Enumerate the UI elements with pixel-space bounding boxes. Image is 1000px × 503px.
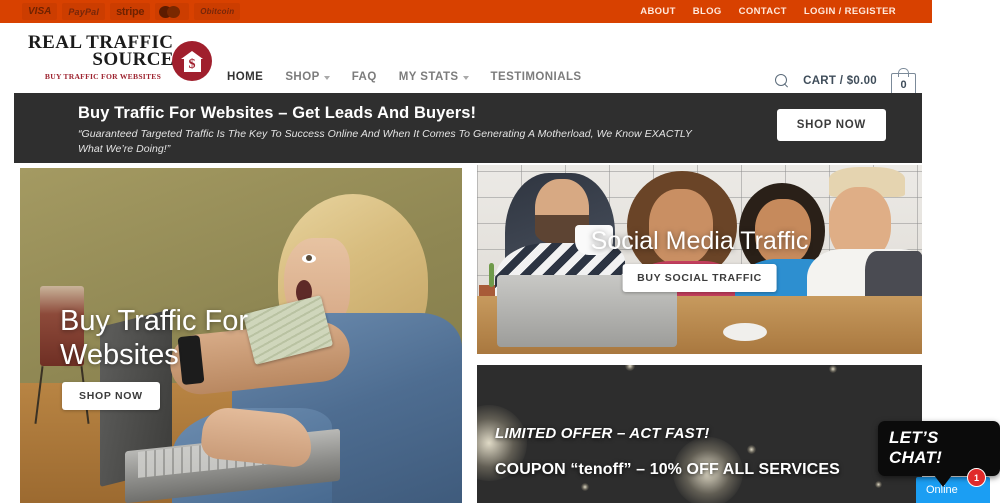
- cart-icon[interactable]: 0: [891, 68, 916, 96]
- top-nav: ABOUT BLOG CONTACT LOGIN / REGISTER: [640, 0, 896, 23]
- top-nav-contact[interactable]: CONTACT: [739, 6, 787, 17]
- nav-label-home: HOME: [227, 71, 264, 83]
- card-buy-traffic[interactable]: Buy Traffic For Websites SHOP NOW: [20, 168, 462, 503]
- card-social-title: Social Media Traffic: [590, 227, 809, 255]
- top-nav-login-register[interactable]: LOGIN / REGISTER: [804, 6, 896, 17]
- card-limited-offer: LIMITED OFFER – ACT FAST! COUPON “tenoff…: [477, 365, 922, 503]
- chevron-down-icon: [462, 76, 469, 80]
- page-root: VISA PayPal stripe Obitcoin ABOUT BLOG C…: [0, 0, 1000, 503]
- chat-prompt-bubble[interactable]: LET’S CHAT!: [878, 421, 1000, 487]
- promo-heading: Buy Traffic For Websites – Get Leads And…: [78, 104, 477, 122]
- nav-item-my-stats[interactable]: MY STATS: [399, 71, 469, 83]
- nav-label-faq: FAQ: [351, 71, 377, 83]
- top-nav-about[interactable]: ABOUT: [640, 6, 676, 17]
- bitcoin-icon: Obitcoin: [194, 3, 241, 20]
- main-nav: HOME SHOP FAQ MY STATS TESTIMONIALS: [227, 71, 582, 83]
- paypal-icon: PayPal: [62, 3, 106, 20]
- buy-social-traffic-button[interactable]: BUY SOCIAL TRAFFIC: [622, 264, 777, 292]
- top-nav-blog[interactable]: BLOG: [693, 6, 722, 17]
- chevron-down-icon: [323, 76, 330, 80]
- house-dollar-icon: $: [172, 41, 212, 81]
- cart-total-label[interactable]: CART / $0.00: [803, 75, 877, 87]
- mastercard-icon: [155, 3, 190, 20]
- bokeh-dot: [581, 483, 589, 491]
- nav-item-shop[interactable]: SHOP: [285, 71, 330, 83]
- bokeh-dot: [875, 481, 882, 488]
- card-social-media-traffic[interactable]: Social Media Traffic BUY SOCIAL TRAFFIC: [477, 165, 922, 354]
- nav-label-shop: SHOP: [285, 71, 320, 83]
- nav-label-my-stats: MY STATS: [398, 71, 459, 83]
- stripe-icon: stripe: [110, 3, 151, 20]
- top-utility-bar: VISA PayPal stripe Obitcoin ABOUT BLOG C…: [0, 0, 932, 23]
- site-logo[interactable]: REAL TRAFFIC SOURCE BUY TRAFFIC FOR WEBS…: [28, 33, 212, 81]
- promo-shop-now-button[interactable]: SHOP NOW: [776, 109, 886, 141]
- payment-methods: VISA PayPal stripe Obitcoin: [22, 3, 241, 20]
- header-actions: CART / $0.00 0: [775, 68, 916, 96]
- offer-line-1: LIMITED OFFER – ACT FAST!: [495, 425, 710, 442]
- bokeh-dot: [829, 365, 837, 373]
- nav-item-faq[interactable]: FAQ: [352, 71, 377, 83]
- visa-icon: VISA: [22, 3, 58, 20]
- card-left-shop-now-button[interactable]: SHOP NOW: [62, 382, 160, 410]
- social-traffic-photo: [477, 165, 922, 354]
- nav-item-testimonials[interactable]: TESTIMONIALS: [491, 71, 582, 83]
- mastercard-circles: [159, 5, 185, 18]
- card-left-title: Buy Traffic For Websites: [60, 305, 249, 371]
- dollar-symbol: $: [188, 56, 196, 72]
- chat-unread-badge: 1: [967, 468, 986, 487]
- promo-banner: Buy Traffic For Websites – Get Leads And…: [14, 93, 922, 163]
- promo-subheading: “Guaranteed Targeted Traffic Is The Key …: [78, 128, 692, 156]
- offer-line-2: COUPON “tenoff” – 10% OFF ALL SERVICES: [495, 461, 840, 478]
- search-icon[interactable]: [775, 74, 789, 88]
- site-header: REAL TRAFFIC SOURCE BUY TRAFFIC FOR WEBS…: [0, 23, 932, 96]
- nav-label-testimonials: TESTIMONIALS: [490, 71, 582, 83]
- bokeh-dot: [747, 445, 756, 454]
- bokeh-dot: [625, 365, 635, 371]
- nav-item-home[interactable]: HOME: [227, 71, 263, 83]
